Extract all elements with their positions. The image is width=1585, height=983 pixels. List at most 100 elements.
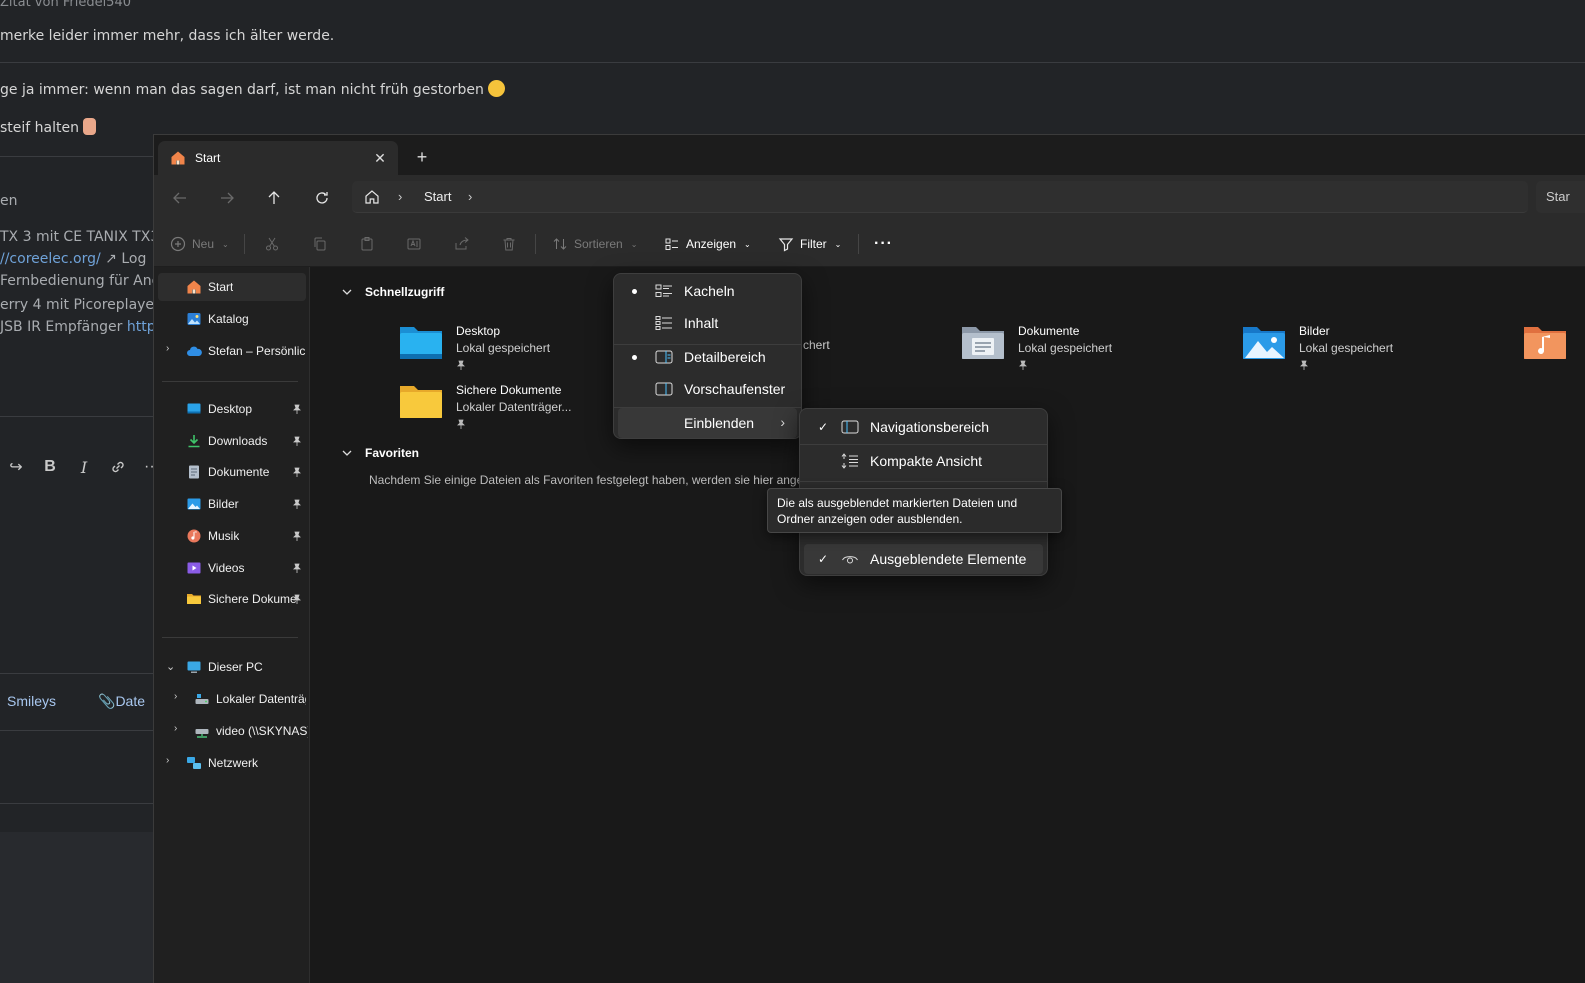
link-icon[interactable] bbox=[108, 457, 128, 477]
menu-item-ausgeblendete-elemente[interactable]: ✓ Ausgeblendete Elemente bbox=[804, 544, 1043, 574]
menu-item-navigationsbereich[interactable]: ✓ Navigationsbereich bbox=[804, 412, 1043, 442]
new-button[interactable]: Neu ⌄ bbox=[170, 230, 229, 258]
copy-button[interactable] bbox=[312, 230, 328, 258]
refresh-button[interactable] bbox=[306, 182, 338, 214]
quick-item-sichere-dokumente[interactable]: Sichere Dokumente Lokaler Datenträger... bbox=[398, 380, 571, 434]
pin-icon bbox=[1018, 357, 1112, 375]
smileys-button[interactable]: Smileys bbox=[7, 693, 56, 709]
menu-item-kompakte-ansicht[interactable]: Kompakte Ansicht bbox=[804, 446, 1043, 476]
sort-button[interactable]: Sortieren ⌄ bbox=[552, 230, 637, 258]
view-button[interactable]: Anzeigen ⌄ bbox=[664, 230, 751, 258]
downloads-icon bbox=[186, 433, 202, 449]
folder-icon bbox=[186, 591, 202, 607]
sidebar-item-musik[interactable]: Musik bbox=[158, 522, 306, 550]
pin-icon[interactable] bbox=[292, 435, 302, 449]
tiles-icon bbox=[655, 284, 672, 297]
editor-toolbar: ↪ B I ··· bbox=[0, 452, 162, 482]
quick-item-dokumente[interactable]: Dokumente Lokal gespeichert bbox=[960, 321, 1112, 375]
favorites-header[interactable]: Favoriten bbox=[341, 446, 419, 460]
chevron-down-icon bbox=[342, 289, 352, 295]
sidebar-item-dokumente[interactable]: Dokumente bbox=[158, 458, 306, 486]
pin-icon[interactable] bbox=[292, 466, 302, 480]
menu-item-einblenden[interactable]: Einblenden › bbox=[618, 408, 797, 438]
toolbar-divider bbox=[535, 234, 536, 254]
quick-item-desktop[interactable]: Desktop Lokal gespeichert bbox=[398, 321, 550, 375]
breadcrumb-chevron-icon[interactable]: › bbox=[468, 189, 472, 204]
signature-line: Fernbedienung für Andr bbox=[0, 273, 167, 289]
home-icon[interactable] bbox=[364, 189, 380, 205]
sidebar-divider bbox=[162, 637, 298, 638]
sidebar-item-start[interactable]: Start bbox=[158, 273, 306, 301]
paste-button[interactable] bbox=[359, 230, 375, 258]
sidebar-item-bilder[interactable]: Bilder bbox=[158, 490, 306, 518]
search-input[interactable]: Star bbox=[1536, 181, 1585, 213]
menu-item-kacheln[interactable]: Kacheln bbox=[618, 276, 797, 306]
sidebar-item-network[interactable]: Netzwerk bbox=[158, 749, 306, 777]
menu-item-vorschaufenster[interactable]: Vorschaufenster bbox=[618, 374, 797, 404]
quick-item-musik[interactable] bbox=[1522, 321, 1580, 375]
more-options-button[interactable]: ··· bbox=[874, 230, 893, 258]
menu-item-inhalt[interactable]: Inhalt bbox=[618, 308, 797, 338]
sidebar-item-desktop[interactable]: Desktop bbox=[158, 395, 306, 423]
pin-icon[interactable] bbox=[292, 530, 302, 544]
folder-icon bbox=[398, 380, 444, 420]
sidebar-item-videos[interactable]: Videos bbox=[158, 554, 306, 582]
quick-item-bilder[interactable]: Bilder Lokal gespeichert bbox=[1241, 321, 1393, 375]
rename-icon bbox=[407, 238, 421, 250]
compact-view-icon bbox=[841, 453, 858, 469]
sidebar-item-network-drive[interactable]: video (\\SKYNAS) bbox=[158, 717, 308, 745]
quick-access-header[interactable]: Schnellzugriff bbox=[341, 285, 444, 299]
forum-divider bbox=[0, 62, 1585, 63]
sidebar-item-katalog[interactable]: Katalog bbox=[158, 305, 306, 333]
forum-divider bbox=[0, 673, 160, 674]
address-bar[interactable]: › Start › bbox=[352, 181, 1528, 213]
forum-text-line: ge ja immer: wenn man das sagen darf, is… bbox=[0, 80, 506, 98]
tab-start[interactable]: Start ✕ bbox=[158, 141, 398, 175]
pin-icon[interactable] bbox=[292, 562, 302, 576]
filter-button[interactable]: Filter ⌄ bbox=[778, 230, 841, 258]
gallery-icon bbox=[186, 311, 202, 327]
signature-link[interactable]: //coreelec.org/ bbox=[0, 251, 101, 267]
rename-button[interactable] bbox=[406, 230, 422, 258]
delete-button[interactable] bbox=[501, 230, 517, 258]
scissors-icon bbox=[266, 237, 278, 251]
up-button[interactable] bbox=[258, 182, 290, 214]
pin-icon[interactable] bbox=[292, 593, 302, 607]
sidebar-item-downloads[interactable]: Downloads bbox=[158, 427, 306, 455]
laughing-emoji-icon bbox=[488, 80, 506, 97]
toolbar-divider bbox=[858, 234, 859, 254]
menu-item-detailbereich[interactable]: Detailbereich bbox=[618, 342, 797, 372]
preview-pane-icon bbox=[655, 382, 673, 396]
checkmark-icon: ✓ bbox=[818, 420, 829, 434]
bold-icon[interactable]: B bbox=[40, 457, 60, 477]
home-icon bbox=[171, 151, 185, 165]
cut-button[interactable] bbox=[264, 230, 280, 258]
forward-button[interactable] bbox=[211, 182, 243, 214]
attachments-button[interactable]: 📎Date bbox=[98, 693, 145, 710]
command-bar: Neu ⌄ Sortieren ⌄ Anzeigen ⌄ Filter ⌄ ··… bbox=[154, 221, 1585, 267]
pin-icon bbox=[1299, 357, 1393, 375]
sidebar-item-sichere-dokume[interactable]: Sichere Dokume bbox=[158, 585, 306, 613]
italic-icon[interactable]: I bbox=[74, 457, 94, 477]
close-icon[interactable]: ✕ bbox=[368, 146, 392, 170]
redo-icon[interactable]: ↪ bbox=[6, 457, 26, 477]
sidebar-item-local-drive[interactable]: Lokaler Datenträg bbox=[158, 685, 306, 713]
home-icon bbox=[186, 279, 202, 295]
pin-icon bbox=[456, 357, 550, 375]
pin-icon[interactable] bbox=[292, 403, 302, 417]
pin-icon[interactable] bbox=[292, 498, 302, 512]
new-tab-button[interactable]: + bbox=[410, 145, 434, 169]
music-folder-icon bbox=[1522, 321, 1568, 361]
sidebar-item-this-pc[interactable]: Dieser PC bbox=[158, 653, 306, 681]
breadcrumb-start[interactable]: Start bbox=[424, 189, 451, 204]
chevron-down-icon bbox=[342, 450, 352, 456]
chevron-down-icon: ⌄ bbox=[834, 239, 842, 249]
eye-icon bbox=[842, 556, 858, 564]
forum-divider bbox=[0, 416, 160, 417]
signature-line: //coreelec.org/ ↗ Log bbox=[0, 251, 147, 267]
sidebar-item-onedrive[interactable]: Stefan – Persönlich bbox=[158, 337, 306, 365]
tab-label: Start bbox=[195, 151, 221, 165]
signature-line: erry 4 mit Picoreplayer bbox=[0, 297, 160, 313]
back-button[interactable] bbox=[164, 182, 196, 214]
share-button[interactable] bbox=[454, 230, 470, 258]
